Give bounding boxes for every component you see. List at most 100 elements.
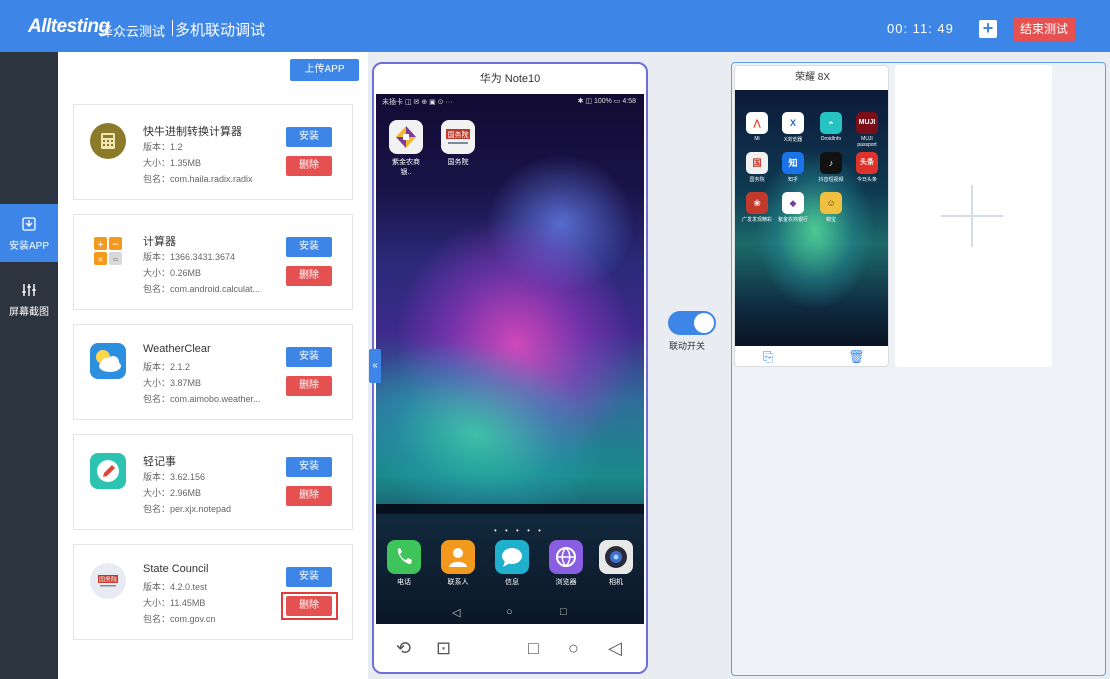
dock-app-contacts[interactable]: 联系人: [440, 540, 476, 587]
app-icon-x-browser[interactable]: X X浏览器: [777, 112, 809, 143]
dock-label: 联系人: [447, 579, 469, 586]
install-button[interactable]: 安装: [286, 457, 332, 477]
back-key[interactable]: ◁: [452, 606, 460, 619]
delete-button[interactable]: 删除: [286, 596, 332, 616]
calculator-app-icon: [90, 123, 126, 159]
app-size: 大小：2.96MB: [143, 488, 202, 498]
install-to-device-icon[interactable]: ⎘: [763, 349, 773, 365]
browser-icon: [549, 540, 583, 574]
app-icon-guangfa[interactable]: ❀ 广发发现精彩: [741, 192, 773, 223]
svg-text:国务院: 国务院: [448, 130, 469, 139]
secondary-device-tools: ⎘ 🗑: [735, 346, 888, 366]
app-name: 计算器: [143, 236, 176, 248]
mengbao-icon: ☺: [820, 192, 842, 214]
status-left: 未插卡 ◫ ✉ ⊕ ▣ ⊙ ···: [382, 99, 453, 106]
sidebar-item-install-app[interactable]: 安装APP: [0, 204, 64, 262]
toggle-knob: [694, 313, 714, 333]
app-card: 轻记事 版本：3.62.156 大小：2.96MB 包名：per.xjx.not…: [73, 434, 353, 530]
home-icon[interactable]: ○: [568, 638, 579, 659]
session-timer: 00: 11: 49: [887, 21, 954, 36]
app-card: 国务院 State Council 版本：4.2.0.test 大小：11.45…: [73, 544, 353, 640]
app-version: 版本：2.1.2: [143, 362, 191, 372]
app-icon-muji[interactable]: MUJI MUJI passport: [851, 112, 883, 148]
device-screen[interactable]: 未插卡 ◫ ✉ ⊕ ▣ ⊙ ··· ✱ ◫ 100% ▭ 4:58 紫金农商银.…: [376, 94, 644, 624]
dock-app-browser[interactable]: 浏览器: [548, 540, 584, 587]
wallpaper-horizon: [376, 504, 644, 514]
app-icon-douyin[interactable]: ♪ 抖音短视频: [815, 152, 847, 183]
trash-icon[interactable]: 🗑: [848, 349, 865, 365]
home-app-icon[interactable]: 紫金农商银..: [388, 120, 424, 177]
upload-app-button[interactable]: 上传APP: [290, 59, 359, 81]
rotate-icon[interactable]: ⟲: [396, 638, 411, 659]
zijin-bank-icon: [389, 120, 423, 154]
app-icon-zijin-bank[interactable]: ◆ 紫金农商银行: [777, 192, 809, 223]
state-council-icon: 国: [746, 152, 768, 174]
install-icon: [22, 217, 36, 231]
sidebar-item-label: 屏幕截图: [9, 307, 49, 318]
delete-button[interactable]: 删除: [286, 266, 332, 286]
page-title: 多机联动调试: [175, 22, 266, 39]
end-test-button[interactable]: 结束测试: [1013, 17, 1075, 41]
dock-app-camera[interactable]: 相机: [598, 540, 634, 587]
state-council-icon: 国务院: [441, 120, 475, 154]
calculator-icon: + − × =: [90, 233, 126, 269]
delete-button[interactable]: 删除: [286, 376, 332, 396]
recents-icon[interactable]: □: [528, 638, 539, 659]
app-icon-state-council[interactable]: 国国务院: [741, 152, 773, 183]
app-package: 包名：per.xjx.notepad: [143, 504, 232, 514]
app-card: WeatherClear 版本：2.1.2 大小：3.87MB 包名：com.a…: [73, 324, 353, 420]
install-button[interactable]: 安装: [286, 347, 332, 367]
guangfa-icon: ❀: [746, 192, 768, 214]
brand-subtitle: 泽众云测试: [100, 24, 166, 39]
sidebar-item-label: 安装APP: [8, 241, 49, 252]
home-app-label: 紫金农商银..: [392, 159, 420, 176]
app-icon-mi[interactable]: ⋀ Mi: [741, 112, 773, 142]
page-indicator: • • • • •: [494, 526, 544, 535]
app-name: WeatherClear: [143, 343, 211, 355]
app-version: 版本：1366.3431.3674: [143, 252, 236, 262]
delete-button[interactable]: 删除: [286, 156, 332, 176]
camera-icon: [599, 540, 633, 574]
dock-label: 浏览器: [555, 579, 577, 586]
app-package: 包名：com.gov.cn: [143, 614, 216, 624]
app-package: 包名：com.aimobo.weather...: [143, 394, 261, 404]
svg-text:国务院: 国务院: [99, 576, 117, 584]
zijin-bank-icon: ◆: [782, 192, 804, 214]
app-name: State Council: [143, 563, 209, 575]
app-icon-mengbao[interactable]: ☺ 萌宝: [815, 192, 847, 223]
android-icon: ◓: [820, 112, 842, 134]
device-toolbar: ⟲ ⊡ □ ○ ◁: [374, 626, 646, 672]
mi-icon: ⋀: [746, 112, 768, 134]
delete-button[interactable]: 删除: [286, 486, 332, 506]
add-device-button[interactable]: +: [979, 19, 997, 38]
x-browser-icon: X: [782, 112, 804, 134]
dock-app-messages[interactable]: 信息: [494, 540, 530, 587]
collapse-panel-handle[interactable]: «: [369, 349, 381, 383]
back-icon[interactable]: ◁: [608, 638, 622, 659]
app-icon-droidinfo[interactable]: ◓ DroidInfo: [815, 112, 847, 142]
app-icon-toutiao[interactable]: 头条 今日头条: [851, 152, 883, 183]
zhihu-icon: 知: [782, 152, 804, 174]
home-key[interactable]: ○: [506, 606, 513, 618]
dock-app-phone[interactable]: 电话: [386, 540, 422, 587]
sidebar-item-screenshot[interactable]: 屏幕截图: [0, 270, 58, 328]
notepad-pencil-icon: [90, 453, 126, 489]
messages-icon: [495, 540, 529, 574]
screenshot-crop-icon[interactable]: ⊡: [436, 638, 451, 659]
sync-toggle[interactable]: [668, 311, 716, 335]
status-right: ✱ ◫ 100% ▭ 4:58: [577, 98, 636, 105]
recents-key[interactable]: □: [560, 606, 567, 618]
app-size: 大小：1.35MB: [143, 158, 202, 168]
secondary-device-card[interactable]: 荣耀 8X ⋀ Mi X X浏览器 ◓ DroidInfo MUJI MUJI pass…: [734, 65, 889, 367]
add-device-slot[interactable]: [895, 65, 1052, 367]
app-icon-zhihu[interactable]: 知知乎: [777, 152, 809, 183]
douyin-icon: ♪: [820, 152, 842, 174]
app-version: 版本：3.62.156: [143, 472, 206, 482]
install-button[interactable]: 安装: [286, 237, 332, 257]
install-button[interactable]: 安装: [286, 567, 332, 587]
home-app-label: 国务院: [447, 159, 469, 166]
home-app-icon[interactable]: 国务院 国务院: [440, 120, 476, 167]
device-screen[interactable]: ⋀ Mi X X浏览器 ◓ DroidInfo MUJI MUJI passport 国…: [735, 90, 888, 346]
install-button[interactable]: 安装: [286, 127, 332, 147]
phone-icon: [387, 540, 421, 574]
